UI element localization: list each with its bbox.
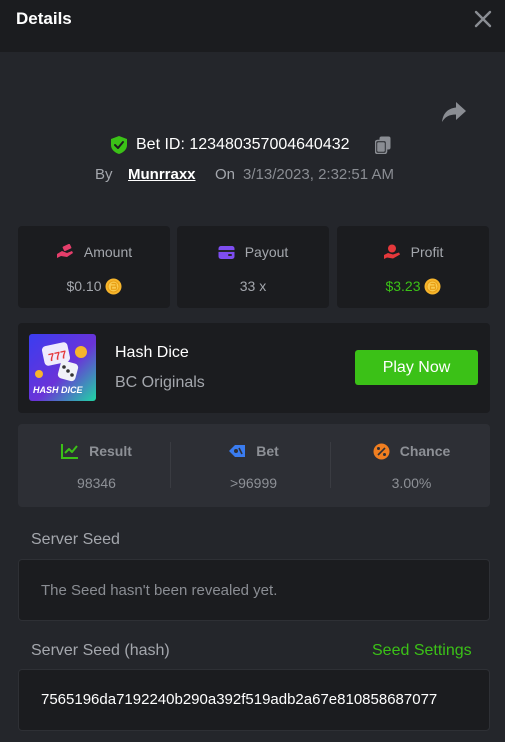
server-seed-text: The Seed hasn't been revealed yet.	[41, 582, 278, 599]
payout-label: Payout	[244, 244, 289, 260]
game-thumbnail[interactable]: 777 HASH DICE	[29, 334, 96, 401]
play-now-button[interactable]: Play Now	[355, 350, 478, 385]
profit-value: $3.23	[385, 278, 421, 294]
server-seed-hash-box[interactable]: 7565196da7192240b290a392f519adb2a67e8108…	[18, 669, 490, 731]
server-seed-label: Server Seed	[31, 531, 120, 548]
bet-value: >96999	[229, 475, 278, 491]
profit-label: Profit	[410, 244, 444, 260]
server-seed-hash-label: Server Seed (hash)	[31, 642, 170, 659]
result-column: Result 98346	[18, 424, 175, 507]
bet-id: Bet ID: 123480357004640432	[136, 136, 350, 153]
chance-column: Chance 3.00%	[333, 424, 490, 507]
wallet-icon	[218, 245, 235, 259]
shield-check-icon	[111, 136, 127, 154]
close-icon[interactable]	[473, 9, 493, 29]
profit-hand-icon	[383, 244, 400, 259]
seed-settings-link[interactable]: Seed Settings	[372, 642, 472, 660]
amount-card: Amount $0.10	[18, 226, 170, 308]
game-name[interactable]: Hash Dice	[115, 344, 189, 362]
divider	[330, 442, 331, 488]
bet-datetime: 3/13/2023, 2:32:51 AM	[243, 166, 394, 183]
coin-icon	[105, 278, 122, 294]
bet-id-row: Bet ID: 123480357004640432	[0, 134, 505, 156]
bet-column: Bet >96999	[175, 424, 332, 507]
percent-icon	[373, 443, 390, 459]
hand-money-icon	[56, 244, 73, 258]
result-value: 98346	[77, 475, 116, 491]
server-seed-box: The Seed hasn't been revealed yet.	[18, 559, 490, 621]
coin-icon	[424, 278, 441, 294]
payout-card: Payout 33 x	[177, 226, 329, 308]
details-header: Details	[0, 0, 505, 52]
chart-check-icon	[61, 444, 79, 459]
result-label: Result	[89, 443, 132, 459]
divider	[170, 442, 171, 488]
bet-label: Bet	[256, 443, 279, 459]
profit-card: Profit $3.23	[337, 226, 489, 308]
by-label: By	[95, 166, 113, 183]
game-card: 777 HASH DICE Hash Dice BC Originals Pla…	[18, 323, 490, 413]
amount-value: $0.10	[66, 278, 102, 294]
game-thumbnail-text: HASH DICE	[33, 385, 83, 395]
server-seed-hash-value: 7565196da7192240b290a392f519adb2a67e8108…	[41, 691, 438, 708]
results-card: Result 98346 Bet >96999 Chance 3.00%	[18, 424, 490, 507]
bet-author-row: By Munrraxx On 3/13/2023, 2:32:51 AM	[0, 164, 505, 186]
chance-label: Chance	[399, 443, 451, 459]
username-link[interactable]: Munrraxx	[128, 166, 196, 183]
on-label: On	[215, 166, 236, 183]
copy-icon[interactable]	[375, 136, 391, 154]
ticket-icon	[229, 445, 246, 457]
amount-label: Amount	[83, 244, 133, 260]
chance-value: 3.00%	[391, 475, 432, 491]
share-icon[interactable]	[441, 101, 467, 123]
payout-value: 33 x	[239, 278, 267, 294]
page-title: Details	[16, 9, 72, 28]
game-provider: BC Originals	[115, 374, 205, 391]
